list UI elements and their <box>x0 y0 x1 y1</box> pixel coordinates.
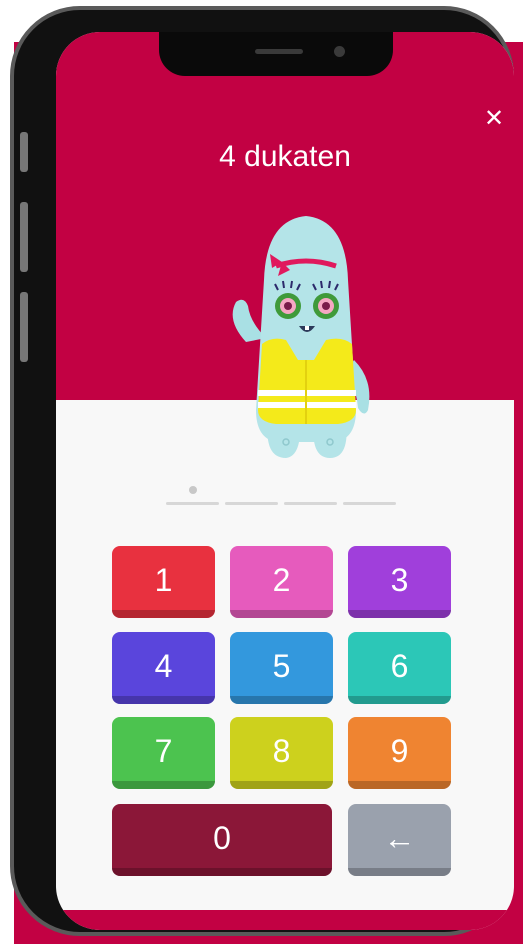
key-label: 5 <box>272 648 291 684</box>
speaker-icon <box>255 49 303 54</box>
key-0-button[interactable]: 0 <box>112 804 332 876</box>
numeric-keypad: 1 2 3 4 5 6 7 8 9 0 ← <box>112 546 508 886</box>
key-label: 2 <box>272 562 291 598</box>
key-3-button[interactable]: 3 <box>348 546 451 618</box>
pin-slot <box>166 502 219 505</box>
key-6-button[interactable]: 6 <box>348 632 451 704</box>
phone-frame: ✕ 4 dukaten 1 2 3 4 5 6 7 8 9 0 ← <box>10 6 514 936</box>
key-label: 4 <box>154 648 173 684</box>
pin-slot <box>225 502 278 505</box>
pin-indicator <box>166 480 398 510</box>
phone-mute-switch <box>20 132 28 172</box>
key-label: 1 <box>154 562 173 598</box>
key-label: 6 <box>390 648 409 684</box>
key-label: 9 <box>390 733 409 769</box>
phone-volume-down <box>20 292 28 362</box>
key-2-button[interactable]: 2 <box>230 546 333 618</box>
key-label: 0 <box>213 820 231 856</box>
phone-notch <box>159 32 393 76</box>
phone-volume-up <box>20 202 28 272</box>
key-8-button[interactable]: 8 <box>230 717 333 789</box>
backspace-button[interactable]: ← <box>348 804 451 876</box>
close-icon[interactable]: ✕ <box>480 104 508 132</box>
bottom-bar <box>56 910 514 930</box>
pin-slot <box>343 502 396 505</box>
key-5-button[interactable]: 5 <box>230 632 333 704</box>
pin-slot <box>284 502 337 505</box>
key-label: 8 <box>272 733 291 769</box>
backspace-icon: ← <box>383 820 416 856</box>
key-label: 3 <box>390 562 409 598</box>
key-4-button[interactable]: 4 <box>112 632 215 704</box>
mascot-illustration <box>232 216 370 458</box>
key-7-button[interactable]: 7 <box>112 717 215 789</box>
camera-icon <box>334 46 345 57</box>
key-9-button[interactable]: 9 <box>348 717 451 789</box>
phone-screen: ✕ 4 dukaten 1 2 3 4 5 6 7 8 9 0 ← <box>56 32 514 930</box>
key-1-button[interactable]: 1 <box>112 546 215 618</box>
key-label: 7 <box>154 733 173 769</box>
pin-dot-entered <box>189 486 197 494</box>
page-title: 4 dukaten <box>219 140 351 173</box>
